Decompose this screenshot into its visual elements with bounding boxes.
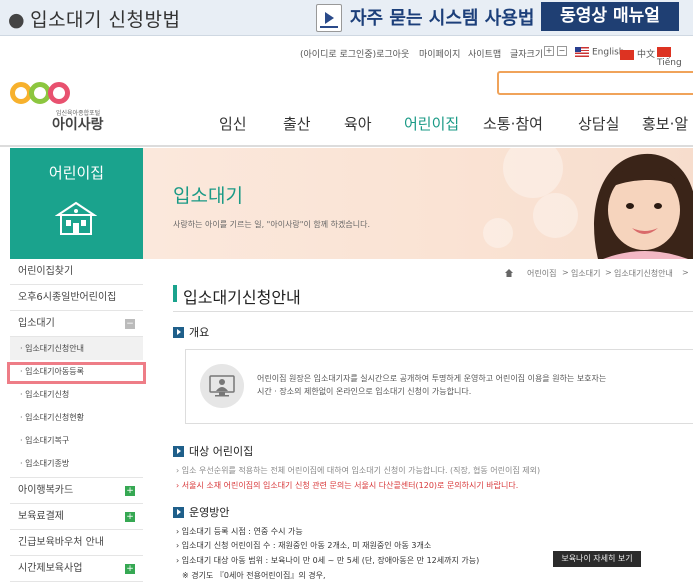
sidebar-item-happy-card[interactable]: 아이행복카드 + (10, 478, 143, 504)
sidebar-item-waitlist-restore[interactable]: · 입소대기복구 (10, 429, 143, 452)
search-input[interactable] (497, 71, 693, 95)
expand-icon[interactable]: + (125, 512, 135, 522)
gnb-pregnancy[interactable]: 임신 (219, 113, 247, 134)
section-arrow-icon (173, 507, 184, 518)
us-flag-icon (575, 47, 589, 57)
sidebar-item-label: 오후6시종일반어린이집 (18, 292, 117, 303)
section-arrow-icon (173, 327, 184, 338)
sidebar-item-waitlist-guide[interactable]: · 입소대기신청안내 (10, 337, 143, 360)
banner-title-text: 입소대기 신청방법 (30, 9, 181, 31)
sidebar-item-label: 시간제보육사업 (18, 563, 83, 574)
section-title-overview: 개요 (189, 326, 210, 339)
sidebar-item-evening-daycare[interactable]: 오후6시종일반어린이집 (10, 285, 143, 311)
breadcrumb-separator: > (562, 268, 569, 277)
child-photo-image (594, 153, 693, 259)
monitor-user-icon (200, 364, 244, 408)
lang-chinese[interactable]: 中文 (620, 47, 655, 60)
banner-title: ● 입소대기 신청방법 (8, 5, 180, 32)
operation-line-4: ※ 경기도 『0세아 전용어린이집』의 경우, (182, 571, 326, 580)
gnb-divider (0, 145, 693, 147)
cn-flag-icon (620, 49, 634, 60)
lang-english[interactable]: English (575, 47, 625, 58)
section-arrow-icon (173, 446, 184, 457)
banner-faq-text: 자주 묻는 시스템 사용법 (350, 8, 535, 29)
age-detail-tooltip-button[interactable]: 보육나이 자세히 보기 (553, 551, 641, 567)
sidebar-header: 어린이집 (10, 148, 143, 259)
sidebar-item-label: 입소대기 (18, 318, 55, 329)
daycare-building-icon (55, 201, 97, 235)
sitemap-link[interactable]: 사이트맵 (468, 47, 501, 60)
breadcrumb-separator: > (605, 268, 612, 277)
sidebar-item-label: 아이행복카드 (18, 485, 74, 496)
expand-icon[interactable]: + (125, 564, 135, 574)
lang-chinese-label: 中文 (637, 50, 656, 60)
home-icon[interactable] (505, 269, 513, 277)
gnb-daycare[interactable]: 어린이집 (404, 113, 459, 134)
page-title-divider (173, 311, 693, 312)
sidebar-item-hourly-care[interactable]: 시간제보육사업 + (10, 556, 143, 582)
mypage-link[interactable]: 마이페이지 (419, 47, 460, 60)
overview-line: 시간 · 장소의 제한없이 온라인으로 입소대기 신청이 가능합니다. (257, 387, 472, 396)
lang-vietnamese-label: Tiếng (657, 57, 682, 68)
sidebar-title: 어린이집 (48, 164, 105, 182)
breadcrumb-separator: > (682, 268, 689, 277)
hero-title: 입소대기 (173, 185, 243, 207)
hero-banner: 입소대기 사랑하는 아이를 기르는 일, "아이사랑"이 함께 하겠습니다. (143, 148, 693, 259)
sidebar-item-label: · 입소대기복구 (20, 436, 70, 445)
overview-box: 어린이집 원장은 입소대기자를 실시간으로 공개하여 투명하게 운영하고 어린이… (185, 349, 693, 424)
gnb-promotion[interactable]: 홍보·알 (642, 113, 688, 134)
sidebar-item-find-daycare[interactable]: 어린이집찾기 (10, 259, 143, 285)
expand-icon[interactable]: + (125, 486, 135, 496)
overview-line: 어린이집 원장은 입소대기자를 실시간으로 공개하여 투명하게 운영하고 어린이… (257, 374, 607, 383)
fontsize-increase-button[interactable]: + (544, 46, 554, 56)
section-title-operation: 운영방안 (189, 506, 230, 519)
video-bar (320, 26, 338, 28)
sidebar-item-fee-payment[interactable]: 보육료결제 + (10, 504, 143, 530)
video-manual-button[interactable]: 동영상 매뉴얼 (541, 2, 679, 31)
fontsize-label: 글자크기 (510, 50, 544, 60)
sidebar-item-label: · 입소대기종방 (20, 459, 70, 468)
sidebar-item-label: 어린이집찾기 (18, 266, 74, 277)
page-title-accent (173, 285, 177, 302)
top-banner: ● 입소대기 신청방법 자주 묻는 시스템 사용법 동영상 매뉴얼 (0, 0, 693, 36)
operation-line-2: › 입소대기 신청 어린이집 수 : 재원중인 아동 2개소, 미 재원중인 아… (176, 541, 432, 550)
breadcrumb-waitlist[interactable]: 입소대기 (571, 268, 600, 279)
logo-circles-icon (10, 82, 72, 108)
gnb-counseling[interactable]: 상담실 (578, 113, 619, 134)
sidebar-item-label: 보육료결제 (18, 511, 64, 522)
gnb-birth[interactable]: 출산 (283, 113, 311, 134)
section-title-target: 대상 어린이집 (189, 445, 254, 458)
gnb-parenting[interactable]: 육아 (344, 113, 372, 134)
sidebar-menu: 어린이집찾기 오후6시종일반어린이집 입소대기 − · 입소대기신청안내 · 입소… (10, 259, 143, 582)
sidebar-item-emergency-voucher[interactable]: 긴급보육바우처 안내 (10, 530, 143, 556)
sidebar-item-label: · 입소대기신청 (20, 390, 70, 399)
bullet-icon: ● (8, 9, 26, 31)
sidebar-item-waitlist-end[interactable]: · 입소대기종방 (10, 452, 143, 478)
sidebar-item-waitlist[interactable]: 입소대기 − (10, 311, 143, 337)
gnb-community[interactable]: 소통·참여 (483, 113, 543, 134)
hero-subtitle: 사랑하는 아이를 기르는 일, "아이사랑"이 함께 하겠습니다. (173, 220, 370, 229)
fontsize-decrease-button[interactable]: − (556, 46, 567, 56)
logo-title: 아이사랑 (52, 117, 104, 133)
sidebar-item-label: · 입소대기신청현황 (20, 413, 84, 422)
target-line-1: › 입소 우선순위를 적용하는 전체 어린이집에 대하여 입소대기 신청이 가능… (176, 466, 541, 475)
sidebar-item-label: 긴급보육바우처 안내 (18, 537, 104, 548)
target-line-2: › 서울시 소재 어린이집의 입소대기 신청 관련 문의는 서울시 다산콜센터(… (176, 481, 519, 490)
sidebar-item-label: · 입소대기신청안내 (20, 344, 84, 353)
sidebar-item-waitlist-status[interactable]: · 입소대기신청현황 (10, 406, 143, 429)
page-title: 입소대기신청안내 (183, 288, 301, 307)
breadcrumb-daycare[interactable]: 어린이집 (527, 268, 556, 279)
sidebar-item-waitlist-apply[interactable]: · 입소대기신청 (10, 383, 143, 406)
highlight-annotation (7, 362, 146, 384)
overview-text: 어린이집 원장은 입소대기자를 실시간으로 공개하여 투명하게 운영하고 어린이… (257, 372, 606, 398)
operation-line-1: › 입소대기 등록 시점 : 연중 수시 가능 (176, 527, 303, 536)
operation-line-3: › 입소대기 대상 아동 범위 : 보육나이 만 0세 ~ 만 5세 (단, 장… (176, 556, 480, 565)
logout-link[interactable]: (아이디로 로그인중)로그아웃 (300, 47, 409, 60)
video-play-icon (316, 4, 342, 32)
vn-flag-icon (657, 47, 671, 57)
lang-vietnamese[interactable]: Tiếng (657, 47, 693, 68)
collapse-icon[interactable]: − (125, 319, 135, 329)
breadcrumb-current: 입소대기신청안내 (614, 269, 673, 278)
